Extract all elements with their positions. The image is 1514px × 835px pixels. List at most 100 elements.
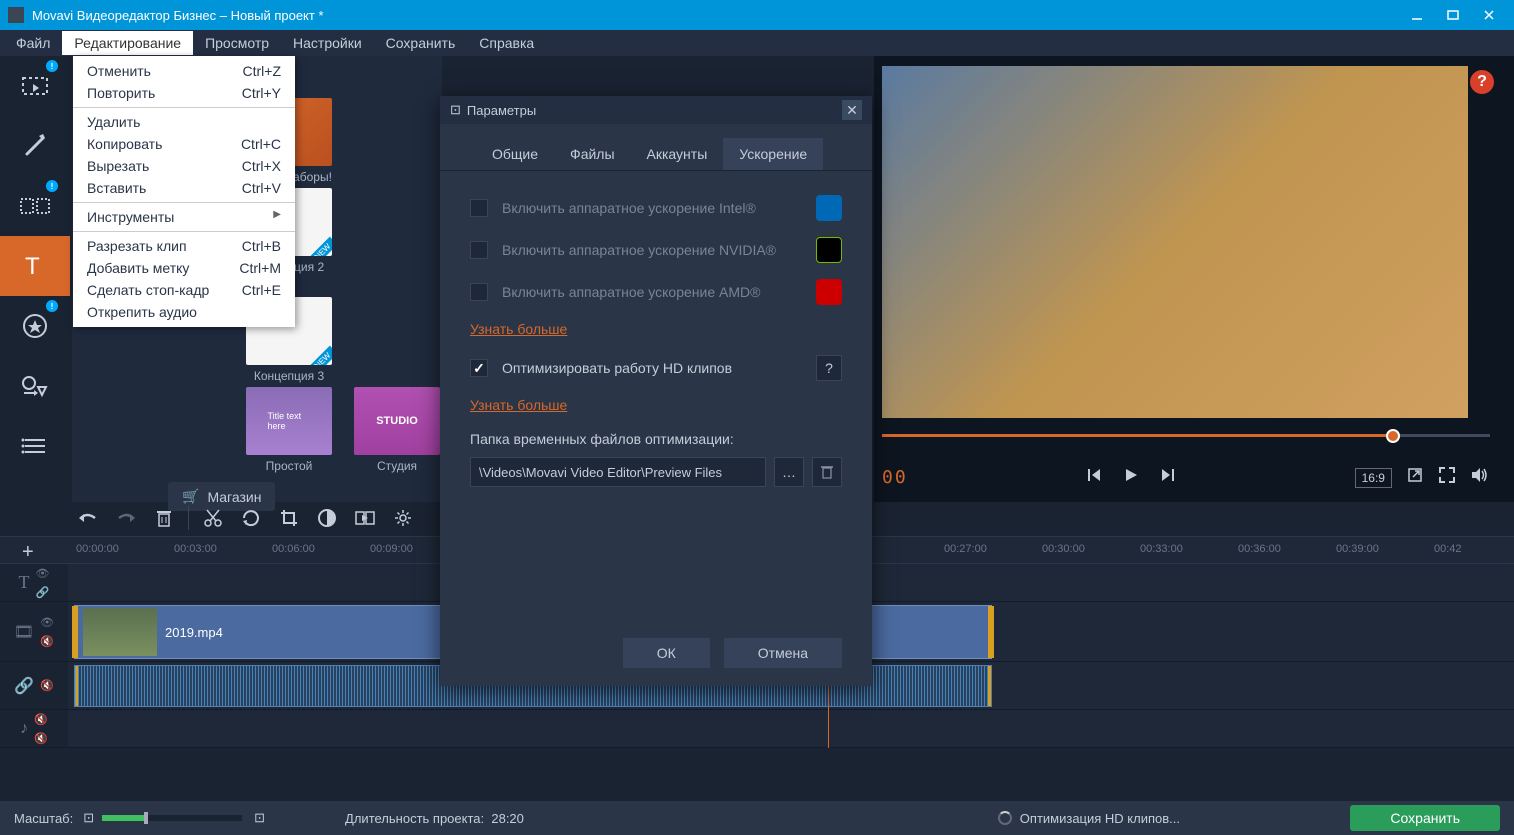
eye-icon[interactable]: 👁 <box>40 616 54 629</box>
duration-label: Длительность проекта: 28:20 <box>345 811 524 826</box>
title-item-studio[interactable]: STUDIO Студия <box>354 387 440 473</box>
mute-icon[interactable]: 🔇 <box>40 635 54 648</box>
clip-handle-left[interactable] <box>72 606 78 658</box>
play-button[interactable] <box>1122 466 1140 489</box>
tab-general[interactable]: Общие <box>476 138 554 170</box>
menu-paste[interactable]: ВставитьCtrl+V <box>73 177 295 199</box>
sidebar-more[interactable] <box>0 416 70 476</box>
redo-icon[interactable] <box>108 500 144 536</box>
menu-view[interactable]: Просмотр <box>193 31 281 55</box>
dialog-titlebar[interactable]: ⊡ Параметры ✕ <box>440 96 872 124</box>
preview-scrubber[interactable] <box>882 426 1490 446</box>
menu-detach-audio[interactable]: Открепить аудио <box>73 301 295 323</box>
title-thumb: Title text here <box>246 387 332 455</box>
volume-icon[interactable] <box>1470 466 1490 489</box>
sidebar-transitions[interactable]: ! <box>0 176 70 236</box>
sidebar-shapes[interactable] <box>0 356 70 416</box>
next-button[interactable] <box>1158 466 1176 489</box>
amd-icon <box>816 279 842 305</box>
help-icon[interactable]: ? <box>816 355 842 381</box>
undo-icon[interactable] <box>70 500 106 536</box>
eye-icon[interactable]: 👁 <box>36 567 50 580</box>
rotate-icon[interactable] <box>233 500 269 536</box>
aspect-ratio-button[interactable]: 16:9 <box>1355 468 1392 488</box>
video-track-icon: 🎞 <box>14 622 34 642</box>
folder-path-input[interactable] <box>470 457 766 487</box>
menu-settings[interactable]: Настройки <box>281 31 374 55</box>
zoom-out-icon[interactable]: ⊡ <box>83 810 94 826</box>
save-button[interactable]: Сохранить <box>1350 805 1500 831</box>
intel-icon <box>816 195 842 221</box>
add-track-button[interactable]: + <box>22 541 34 564</box>
clip-handle-right[interactable] <box>988 606 994 658</box>
mute-icon[interactable]: 🔇 <box>34 732 48 745</box>
sidebar-filters[interactable] <box>0 116 70 176</box>
checkbox-intel[interactable] <box>470 199 488 217</box>
zoom-in-icon[interactable]: ⊡ <box>254 810 265 826</box>
title-item-simple[interactable]: Title text here Простой <box>246 387 332 473</box>
nvidia-icon <box>816 237 842 263</box>
tab-accounts[interactable]: Аккаунты <box>631 138 724 170</box>
menu-save[interactable]: Сохранить <box>374 31 468 55</box>
checkbox-amd[interactable] <box>470 283 488 301</box>
close-button[interactable] <box>1482 8 1496 22</box>
clip-handle-right[interactable] <box>988 666 992 706</box>
detach-preview-icon[interactable] <box>1406 466 1424 489</box>
menu-copy[interactable]: КопироватьCtrl+C <box>73 133 295 155</box>
scrubber-handle[interactable] <box>1386 429 1400 443</box>
menu-snapshot[interactable]: Сделать стоп-кадрCtrl+E <box>73 279 295 301</box>
zoom-label: Масштаб: <box>14 811 73 826</box>
menu-add-marker[interactable]: Добавить меткуCtrl+M <box>73 257 295 279</box>
clip-thumbnail <box>83 608 157 656</box>
sidebar-import[interactable]: ! <box>0 56 70 116</box>
settings-dialog: ⊡ Параметры ✕ Общие Файлы Аккаунты Ускор… <box>440 96 872 686</box>
sidebar-titles[interactable]: T <box>0 236 70 296</box>
menu-delete[interactable]: Удалить <box>73 111 295 133</box>
checkbox-nvidia[interactable] <box>470 241 488 259</box>
statusbar: Масштаб: ⊡ ⊡ Длительность проекта: 28:20… <box>0 801 1514 835</box>
link-icon[interactable]: 🔗 <box>36 586 50 599</box>
mute-icon[interactable]: 🔇 <box>34 713 48 726</box>
learn-more-link[interactable]: Узнать больше <box>470 321 567 337</box>
checkbox-optimize-hd[interactable] <box>470 359 488 377</box>
menu-redo[interactable]: ПовторитьCtrl+Y <box>73 82 295 104</box>
delete-icon[interactable] <box>146 500 182 536</box>
menu-file[interactable]: Файл <box>4 31 62 55</box>
menu-tools[interactable]: Инструменты▶ <box>73 206 295 228</box>
zoom-slider[interactable] <box>102 815 242 821</box>
sidebar: ! ! T ! <box>0 56 72 502</box>
ok-button[interactable]: ОК <box>623 638 710 668</box>
preview-video[interactable] <box>882 66 1468 418</box>
color-icon[interactable] <box>309 500 345 536</box>
dialog-close-button[interactable]: ✕ <box>842 100 862 120</box>
settings-icon[interactable] <box>385 500 421 536</box>
spinner-icon <box>998 811 1012 825</box>
menu-undo[interactable]: ОтменитьCtrl+Z <box>73 60 295 82</box>
maximize-button[interactable] <box>1446 8 1460 22</box>
preview-time: 00 <box>882 467 908 488</box>
cancel-button[interactable]: Отмена <box>724 638 842 668</box>
help-button[interactable]: ? <box>1470 70 1494 94</box>
mute-icon[interactable]: 🔇 <box>40 679 54 692</box>
transitions-icon[interactable] <box>347 500 383 536</box>
prev-button[interactable] <box>1086 466 1104 489</box>
sidebar-stickers[interactable]: ! <box>0 296 70 356</box>
learn-more-link-2[interactable]: Узнать больше <box>470 397 567 413</box>
window-title: Movavi Видеоредактор Бизнес – Новый прое… <box>32 8 1410 23</box>
tab-acceleration[interactable]: Ускорение <box>723 138 823 170</box>
cut-icon[interactable] <box>195 500 231 536</box>
menu-cut[interactable]: ВырезатьCtrl+X <box>73 155 295 177</box>
browse-button[interactable]: … <box>774 457 804 487</box>
menu-help[interactable]: Справка <box>467 31 546 55</box>
delete-folder-button[interactable] <box>812 457 842 487</box>
dialog-tabs: Общие Файлы Аккаунты Ускорение <box>440 124 872 171</box>
menu-edit[interactable]: Редактирование <box>62 31 193 55</box>
fullscreen-icon[interactable] <box>1438 466 1456 489</box>
dialog-icon: ⊡ <box>450 102 461 118</box>
titlebar: Movavi Видеоредактор Бизнес – Новый прое… <box>0 0 1514 30</box>
tab-files[interactable]: Файлы <box>554 138 630 170</box>
app-icon <box>8 7 24 23</box>
menu-split[interactable]: Разрезать клипCtrl+B <box>73 235 295 257</box>
crop-icon[interactable] <box>271 500 307 536</box>
minimize-button[interactable] <box>1410 8 1424 22</box>
